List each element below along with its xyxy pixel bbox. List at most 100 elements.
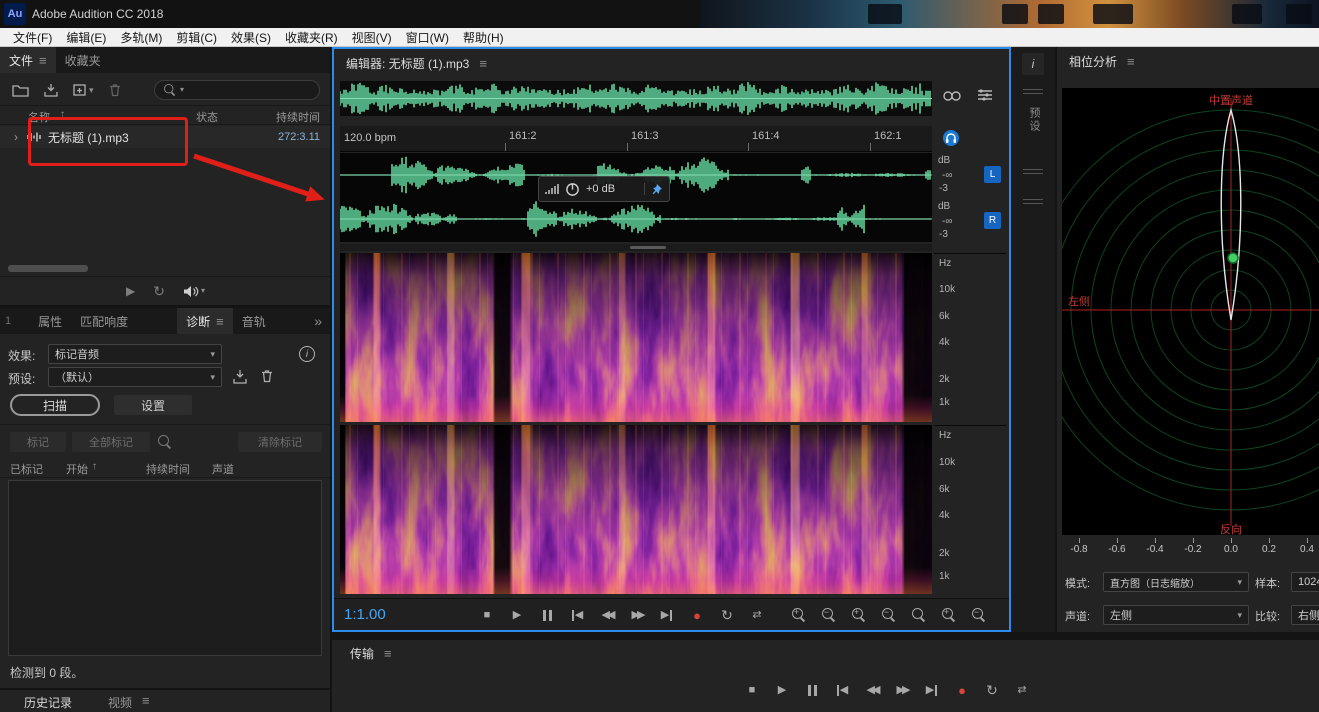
skip-to-end-button[interactable]: ▶ — [654, 605, 680, 625]
clear-marks-button[interactable]: 清除标记 — [238, 432, 322, 452]
splitter-handle[interactable] — [630, 246, 666, 249]
zoom-out-point-button[interactable]: − — [966, 605, 992, 625]
loop-playback-button[interactable]: ↻ — [979, 680, 1005, 700]
effect-select[interactable]: 标记音频▾ — [48, 344, 222, 364]
loop-preview-icon[interactable]: ↻ — [153, 283, 165, 300]
pin-hud-icon[interactable] — [644, 183, 663, 195]
fast-forward-button[interactable]: ▶▶ — [889, 680, 915, 700]
rewind-button[interactable]: ◀◀ — [859, 680, 885, 700]
collapsed-preset-panel-label[interactable]: 预设 — [1026, 107, 1042, 133]
menu-multitrack[interactable]: 多轨(M) — [113, 29, 169, 46]
info-panel-button[interactable]: i — [1022, 53, 1044, 75]
waveform-track-area[interactable]: +0 dB — [340, 153, 932, 242]
panel-menu-icon[interactable]: ≡ — [39, 54, 47, 67]
display-settings-icon[interactable] — [976, 87, 994, 103]
new-container-icon[interactable]: ▾ — [73, 83, 94, 97]
timeline-ruler[interactable]: 120.0 bpm 161:2 161:3 161:4 162:1 — [340, 126, 932, 152]
record-button[interactable]: ● — [949, 680, 975, 700]
fast-forward-button[interactable]: ▶▶ — [624, 605, 650, 625]
menu-file[interactable]: 文件(F) — [6, 29, 59, 46]
delete-preset-icon[interactable] — [260, 369, 274, 383]
tab-diagnostics[interactable]: 诊断 ≡ — [177, 308, 233, 334]
spectrogram-display-top[interactable] — [340, 253, 932, 422]
expand-chevron-icon[interactable]: › — [14, 131, 18, 143]
preview-play-icon[interactable]: ▶ — [126, 284, 135, 298]
panel-menu-icon[interactable]: ≡ — [142, 694, 150, 707]
column-duration[interactable]: 持续时间 — [146, 461, 190, 477]
skip-to-start-button[interactable]: ◀ — [829, 680, 855, 700]
panel-grip[interactable] — [1023, 199, 1043, 204]
skip-selection-button[interactable]: ⇄ — [1009, 680, 1035, 700]
zoom-in-point-button[interactable]: + — [936, 605, 962, 625]
preset-select[interactable]: （默认）▾ — [48, 367, 222, 387]
panel-grip[interactable] — [1023, 89, 1043, 94]
mark-all-button[interactable]: 全部标记 — [72, 432, 150, 452]
menu-help[interactable]: 帮助(H) — [456, 29, 511, 46]
monitor-toggle-icon[interactable] — [942, 129, 960, 150]
skip-selection-button[interactable]: ⇄ — [744, 605, 770, 625]
delete-file-icon[interactable] — [108, 83, 122, 97]
left-channel-button[interactable]: L — [984, 166, 1001, 183]
waveform-spectral-toggle-icon[interactable] — [942, 87, 962, 105]
transport-panel-title[interactable]: 传输 — [350, 645, 374, 662]
scan-button[interactable]: 扫描 — [10, 394, 100, 416]
column-marked[interactable]: 已标记 — [10, 461, 43, 477]
record-button[interactable]: ● — [684, 605, 710, 625]
menu-view[interactable]: 视图(V) — [345, 29, 399, 46]
gain-knob-icon[interactable] — [565, 182, 580, 197]
zoom-ratio-label[interactable]: 1:1.00 — [344, 606, 386, 623]
open-file-icon[interactable] — [12, 83, 29, 97]
settings-button[interactable]: 设置 — [114, 395, 192, 415]
phase-panel-title[interactable]: 相位分析 — [1069, 53, 1117, 70]
right-channel-button[interactable]: R — [984, 212, 1001, 229]
stop-button[interactable]: ■ — [739, 680, 765, 700]
speaker-icon[interactable]: ▾ — [183, 285, 205, 298]
find-marker-icon[interactable] — [158, 435, 172, 449]
pause-button[interactable] — [799, 680, 825, 700]
rewind-button[interactable]: ◀◀ — [594, 605, 620, 625]
zoom-in-horizontal-button[interactable]: + — [846, 605, 872, 625]
menu-edit[interactable]: 编辑(E) — [59, 29, 113, 46]
skip-to-end-button[interactable]: ▶ — [919, 680, 945, 700]
tab-files[interactable]: 文件 ≡ — [0, 47, 56, 73]
zoom-selection-button[interactable] — [906, 605, 932, 625]
panel-menu-icon[interactable]: ≡ — [479, 57, 487, 70]
column-channel[interactable]: 声道 — [212, 461, 234, 477]
play-button[interactable]: ▶ — [769, 680, 795, 700]
menu-effects[interactable]: 效果(S) — [224, 29, 278, 46]
hud-gain-value[interactable]: +0 dB — [586, 183, 615, 195]
mode-select[interactable]: 直方图（日志缩放）▾ — [1103, 572, 1249, 592]
overview-waveform[interactable] — [340, 81, 932, 116]
play-button[interactable]: ▶ — [504, 605, 530, 625]
tab-match-loudness[interactable]: 匹配响度 — [71, 308, 137, 334]
channel-select[interactable]: 左侧▾ — [1103, 605, 1249, 625]
import-file-icon[interactable] — [43, 83, 59, 97]
tab-history[interactable]: 历史记录 — [24, 694, 72, 711]
waveform-right-channel[interactable] — [340, 199, 932, 239]
panel-grip[interactable] — [1023, 169, 1043, 174]
zoom-out-horizontal-button[interactable]: − — [876, 605, 902, 625]
track-splitter[interactable] — [340, 244, 932, 251]
search-box[interactable]: ▾ — [154, 80, 320, 100]
column-status[interactable]: 状态 — [196, 109, 218, 125]
column-start[interactable]: 开始 — [66, 461, 88, 477]
horizontal-scrollbar[interactable] — [8, 265, 88, 272]
samples-input[interactable]: 1024 — [1291, 572, 1319, 592]
info-icon[interactable]: i — [299, 346, 315, 362]
spectrogram-display-bottom[interactable] — [340, 425, 932, 594]
stop-button[interactable]: ■ — [474, 605, 500, 625]
panel-menu-icon[interactable]: ≡ — [216, 315, 224, 328]
loop-playback-button[interactable]: ↻ — [714, 605, 740, 625]
save-preset-icon[interactable] — [232, 369, 248, 384]
compare-select[interactable]: 右侧 — [1291, 605, 1319, 625]
menu-clip[interactable]: 剪辑(C) — [169, 29, 224, 46]
menu-favorites[interactable]: 收藏夹(R) — [278, 29, 345, 46]
tab-favorites[interactable]: 收藏夹 — [56, 47, 110, 73]
panel-menu-icon[interactable]: ≡ — [1127, 55, 1135, 68]
column-duration[interactable]: 持续时间 — [276, 109, 320, 125]
markers-list[interactable] — [8, 480, 322, 656]
tab-video[interactable]: 视频 — [108, 694, 132, 711]
zoom-in-button[interactable]: + — [786, 605, 812, 625]
tab-properties[interactable]: 属性 — [29, 308, 71, 334]
tab-audio[interactable]: 音轨 — [233, 308, 275, 334]
